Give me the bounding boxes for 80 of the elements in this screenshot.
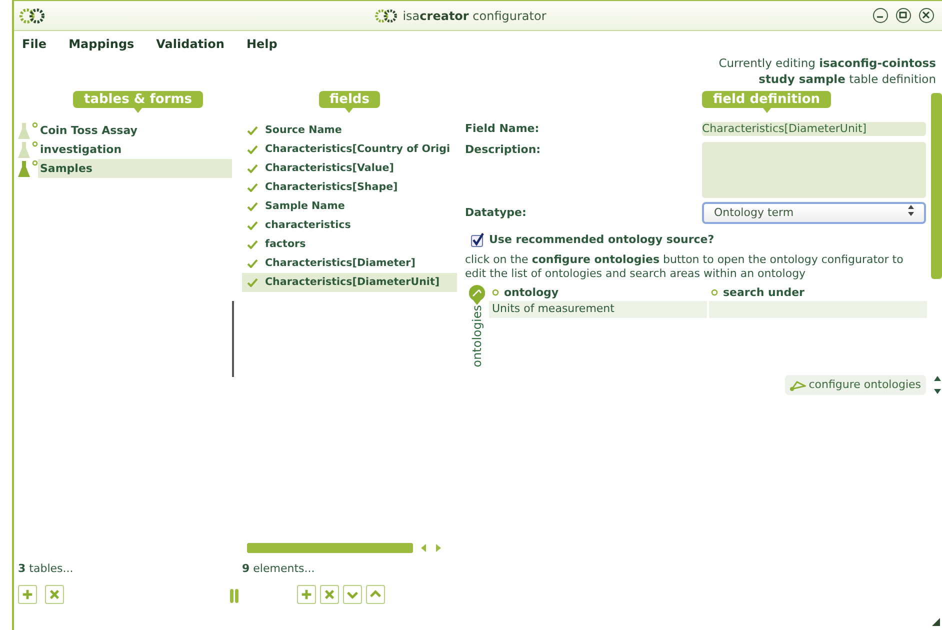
plus-icon xyxy=(21,588,34,601)
circle-icon xyxy=(711,288,718,296)
table-item[interactable]: investigation xyxy=(38,140,232,159)
remove-button[interactable] xyxy=(45,585,64,604)
plus-icon xyxy=(300,588,313,601)
check-icon xyxy=(247,126,258,135)
close-icon xyxy=(922,11,930,20)
field-item[interactable]: Characteristics[Diameter] xyxy=(242,254,457,273)
connector-icon xyxy=(790,380,806,391)
circle-icon xyxy=(492,288,499,296)
remove-button[interactable] xyxy=(320,585,339,604)
datatype-select[interactable]: Ontology term xyxy=(702,202,926,224)
tag-icon xyxy=(469,284,485,304)
table-count: 3 tables... xyxy=(18,560,74,576)
field-item[interactable]: characteristics xyxy=(242,216,457,235)
menu-item[interactable]: Validation xyxy=(156,35,224,83)
scroll-arrows-icon[interactable] xyxy=(934,376,941,394)
down-button[interactable] xyxy=(343,585,362,604)
pointer-icon xyxy=(762,108,771,113)
description-field[interactable] xyxy=(702,142,926,198)
flask-icon xyxy=(18,160,38,178)
scroll-left-icon[interactable] xyxy=(421,544,427,552)
maximize-icon xyxy=(899,11,908,20)
element-count: 9 elements... xyxy=(242,560,316,576)
cross-icon xyxy=(323,588,336,601)
resize-grip-icon[interactable] xyxy=(932,618,940,626)
grip-icon[interactable] xyxy=(230,589,239,603)
window-title: isacreator configurator xyxy=(402,8,546,24)
field-label: Description: xyxy=(465,142,542,158)
menu-item[interactable]: Mappings xyxy=(68,35,134,83)
maximize-button[interactable] xyxy=(896,8,911,23)
scrollbar-thumb[interactable] xyxy=(931,93,942,279)
configure-ontologies-button[interactable]: configure ontologies xyxy=(784,374,926,396)
table-cell: Units of measurement xyxy=(489,301,708,318)
check-icon xyxy=(247,278,258,287)
column-header: ontology xyxy=(489,284,708,301)
add-button[interactable] xyxy=(297,585,316,604)
gears-icon xyxy=(372,8,399,22)
up-button[interactable] xyxy=(366,585,385,604)
vertical-label: ontologies xyxy=(469,304,485,367)
field-item[interactable]: Source Name xyxy=(242,121,457,140)
stepper-arrows-icon xyxy=(908,204,914,216)
editing-info: Currently editing isaconfig-cointoss xyxy=(718,55,936,71)
check-icon xyxy=(247,221,258,230)
field-item[interactable]: Characteristics[Value] xyxy=(242,159,457,178)
close-button[interactable] xyxy=(918,8,934,23)
check-icon xyxy=(247,240,258,249)
check-icon xyxy=(247,183,258,192)
splitter-handle[interactable] xyxy=(232,301,234,377)
menu-item[interactable]: Help xyxy=(246,35,278,83)
field-item[interactable]: Characteristics[Shape] xyxy=(242,178,457,197)
cross-icon xyxy=(48,588,61,601)
field-item[interactable]: factors xyxy=(242,235,457,254)
help-text: click on the configure ontologies button to open the ontology configurator to edit the list of ontologies and search areas within an ontology xyxy=(465,252,904,280)
field-name-input[interactable]: Characteristics[DiameterUnit] xyxy=(702,122,926,136)
flask-icon xyxy=(18,140,38,158)
flask-icon xyxy=(18,122,38,140)
field-item[interactable]: Sample Name xyxy=(242,197,457,216)
table-item[interactable]: Coin Toss Assay xyxy=(38,121,232,140)
check-icon xyxy=(247,259,258,268)
column-header: search under xyxy=(708,284,927,301)
pointer-icon xyxy=(134,108,142,113)
checkbox[interactable] xyxy=(471,233,485,248)
check-icon xyxy=(247,145,258,154)
check-icon xyxy=(247,202,258,211)
pointer-icon xyxy=(345,108,354,113)
field-item[interactable]: Characteristics[DiameterUnit] xyxy=(242,273,457,292)
menu-item[interactable]: File xyxy=(22,35,47,83)
editing-info: study sample table definition xyxy=(758,71,936,87)
check-icon xyxy=(247,164,258,173)
checkbox-label: Use recommended ontology source? xyxy=(489,232,714,248)
field-label: Field Name: xyxy=(465,121,540,137)
scrollbar-thumb[interactable] xyxy=(247,542,413,552)
add-button[interactable] xyxy=(18,585,37,604)
table-item[interactable]: Samples xyxy=(38,159,232,178)
minimize-button[interactable] xyxy=(872,8,888,23)
field-item[interactable]: Characteristics[Country of Origi xyxy=(242,140,457,159)
field-label: Datatype: xyxy=(465,204,528,220)
gears-icon xyxy=(18,8,46,24)
scroll-right-icon[interactable] xyxy=(435,544,441,552)
